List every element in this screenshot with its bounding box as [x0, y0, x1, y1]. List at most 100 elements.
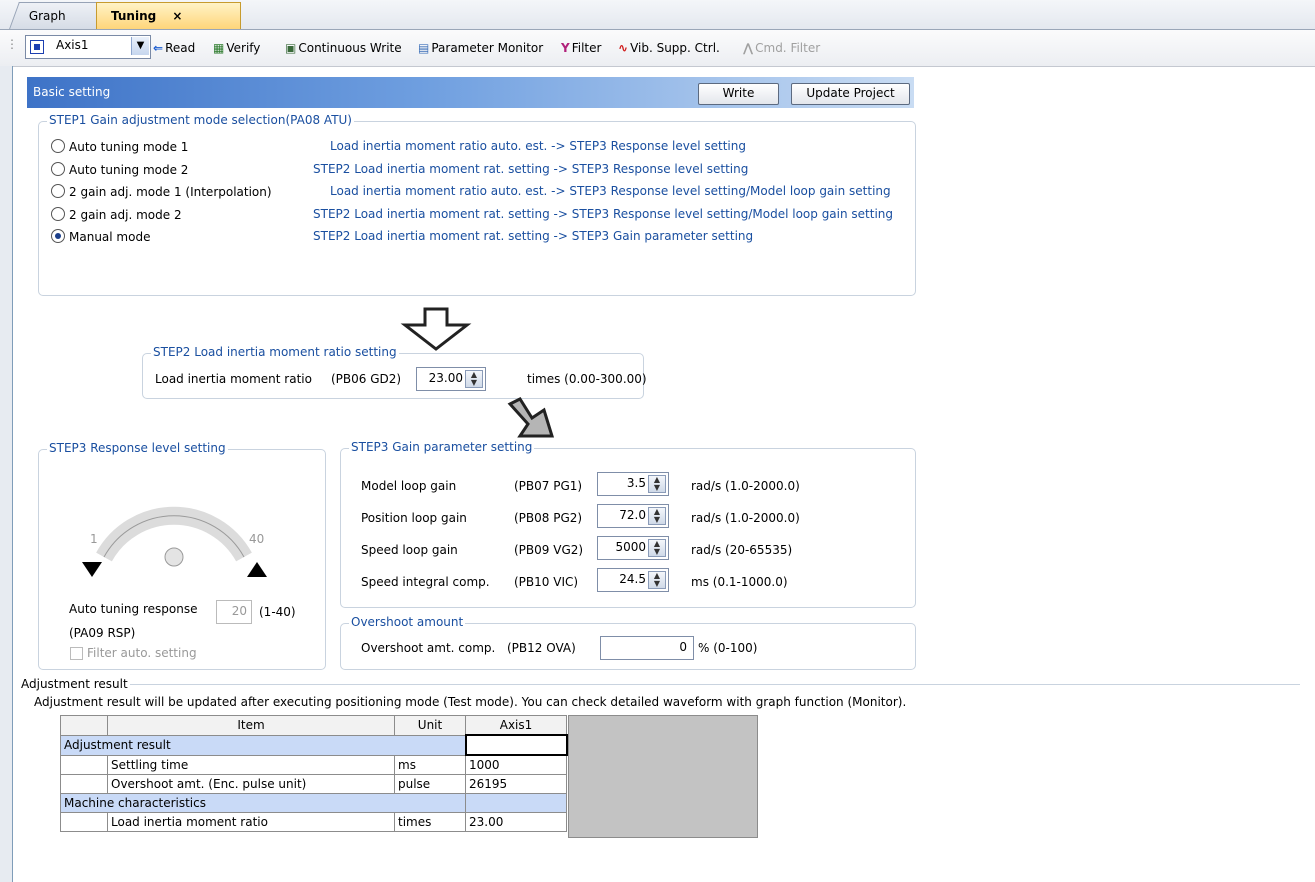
- adjustment-table: Item Unit Axis1 Adjustment result Settli…: [60, 715, 568, 832]
- basic-setting-title: Basic setting: [33, 85, 111, 99]
- continuous-write-button[interactable]: ▣ Continuous Write: [285, 38, 402, 58]
- update-project-button[interactable]: Update Project: [791, 83, 910, 105]
- radio-dot: [51, 139, 65, 153]
- overshoot-input[interactable]: 0: [600, 636, 694, 660]
- gain-row-label: Position loop gain: [361, 511, 467, 525]
- gain-row-param: (PB09 VG2): [514, 543, 584, 557]
- step2-label: Load inertia moment ratio: [155, 372, 312, 386]
- overshoot-title: Overshoot amount: [349, 615, 466, 629]
- read-label: Read: [165, 41, 196, 55]
- radio-label: Auto tuning mode 2: [69, 163, 189, 177]
- overshoot-group: Overshoot amount Overshoot amt. comp. (P…: [340, 615, 916, 670]
- gain-row-label: Model loop gain: [361, 479, 457, 493]
- model-loop-gain-input[interactable]: 3.5 ▲ ▼: [597, 472, 669, 496]
- gain-row-range: rad/s (1.0-2000.0): [691, 479, 800, 493]
- table-row-indent: [60, 812, 108, 832]
- radio-dot-selected: [51, 229, 65, 243]
- spin-arrows-icon[interactable]: ▲ ▼: [648, 475, 666, 493]
- table-row: Overshoot amt. (Enc. pulse unit) pulse 2…: [60, 774, 567, 794]
- radio-auto-tuning-1[interactable]: Auto tuning mode 1: [51, 139, 188, 154]
- response-dial[interactable]: [69, 462, 279, 572]
- radio-manual-mode[interactable]: Manual mode: [51, 229, 150, 244]
- tab-tuning[interactable]: Tuning ×: [96, 2, 241, 29]
- spin-arrows-icon[interactable]: ▲ ▼: [648, 539, 666, 557]
- parameter-monitor-icon: ▤: [418, 41, 430, 55]
- step3-response-group: STEP3 Response level setting 1 40 Auto t…: [38, 441, 326, 670]
- overshoot-param: (PB12 OVA): [507, 641, 576, 655]
- gain-value: 3.5: [626, 476, 646, 490]
- filter-auto-checkbox[interactable]: [70, 647, 83, 660]
- toolbar-grip-icon: ⋮: [6, 37, 18, 51]
- gain-row-range: rad/s (1.0-2000.0): [691, 511, 800, 525]
- down-arrow-icon: [400, 307, 472, 351]
- filter-auto-label: Filter auto. setting: [87, 646, 197, 660]
- mode-flow-text: STEP2 Load inertia moment rat. setting -…: [313, 229, 754, 243]
- overshoot-range: % (0-100): [698, 641, 758, 655]
- gain-value: 24.5: [619, 572, 646, 586]
- close-icon[interactable]: ×: [172, 9, 182, 23]
- write-button[interactable]: Write: [698, 83, 779, 105]
- step2-title: STEP2 Load inertia moment ratio setting: [151, 345, 399, 359]
- step2-param: (PB06 GD2): [331, 372, 402, 386]
- increase-response-icon[interactable]: [245, 557, 269, 581]
- position-loop-gain-input[interactable]: 72.0 ▲ ▼: [597, 504, 669, 528]
- adjustment-note: Adjustment result will be updated after …: [34, 695, 907, 709]
- load-inertia-value: 23.00: [428, 371, 463, 385]
- axis-select[interactable]: Axis1 ▼: [25, 35, 151, 59]
- auto-tuning-response-param: (PA09 RSP): [69, 626, 136, 640]
- table-header-axis: Axis1: [465, 715, 567, 736]
- cmd-filter-button[interactable]: ⋀ Cmd. Filter: [743, 38, 820, 58]
- tab-graph-label: Graph: [28, 9, 66, 23]
- table-cell-unit: pulse: [394, 774, 466, 794]
- gain-row-param: (PB08 PG2): [514, 511, 583, 525]
- spin-arrows-icon[interactable]: ▲ ▼: [465, 370, 483, 388]
- radio-auto-tuning-2[interactable]: Auto tuning mode 2: [51, 162, 188, 177]
- step3-response-title: STEP3 Response level setting: [47, 441, 228, 455]
- radio-label: 2 gain adj. mode 2: [69, 208, 182, 222]
- verify-icon: ▦: [213, 41, 225, 55]
- table-cell-value[interactable]: 26195: [465, 774, 567, 794]
- table-cell-item: Load inertia moment ratio: [107, 812, 395, 832]
- vibration-icon: ∿: [618, 41, 629, 55]
- chevron-down-icon[interactable]: ▼: [131, 37, 149, 55]
- verify-button[interactable]: ▦ Verify: [213, 38, 260, 58]
- response-input[interactable]: 20: [216, 600, 252, 624]
- response-range: (1-40): [259, 605, 296, 619]
- read-button[interactable]: ⇐ Read: [153, 38, 195, 58]
- radio-label: Manual mode: [69, 230, 151, 244]
- radio-2-gain-1[interactable]: 2 gain adj. mode 1 (Interpolation): [51, 184, 272, 199]
- vib-supp-button[interactable]: ∿ Vib. Supp. Ctrl.: [618, 38, 720, 58]
- table-cell-item: Settling time: [107, 754, 395, 775]
- gain-row-label: Speed loop gain: [361, 543, 458, 557]
- filter-button[interactable]: Y Filter: [561, 38, 601, 58]
- section-name: Adjustment result: [60, 734, 466, 756]
- step3-gain-group: STEP3 Gain parameter setting Model loop …: [340, 440, 916, 608]
- load-inertia-input[interactable]: 23.00 ▲ ▼: [416, 367, 486, 391]
- gain-row-param: (PB07 PG1): [514, 479, 583, 493]
- overshoot-label: Overshoot amt. comp.: [361, 641, 496, 655]
- speed-integral-input[interactable]: 24.5 ▲ ▼: [597, 568, 669, 592]
- table-header-blank: [60, 715, 108, 736]
- selected-cell[interactable]: [464, 734, 568, 756]
- table-cell-value[interactable]: 1000: [465, 754, 567, 775]
- filter-icon: Y: [561, 41, 570, 55]
- decrease-response-icon[interactable]: [80, 557, 104, 581]
- step2-group: STEP2 Load inertia moment ratio setting …: [142, 345, 647, 399]
- table-row: Settling time ms 1000: [60, 754, 567, 775]
- speed-loop-gain-input[interactable]: 5000 ▲ ▼: [597, 536, 669, 560]
- continuous-write-icon: ▣: [285, 41, 297, 55]
- spin-arrows-icon[interactable]: ▲ ▼: [648, 507, 666, 525]
- table-row: Load inertia moment ratio times 23.00: [60, 812, 567, 832]
- radio-2-gain-2[interactable]: 2 gain adj. mode 2: [51, 207, 182, 222]
- table-section-row: Adjustment result: [60, 734, 568, 756]
- section-name: Machine characteristics: [60, 793, 466, 813]
- parameter-monitor-button[interactable]: ▤ Parameter Monitor: [418, 38, 543, 58]
- table-row-indent: [60, 754, 108, 775]
- step2-range: times (0.00-300.00): [527, 372, 647, 386]
- gain-row-label: Speed integral comp.: [361, 575, 490, 589]
- gain-value: 72.0: [619, 508, 646, 522]
- basic-setting-header: Basic setting Write Update Project: [27, 77, 914, 108]
- spin-arrows-icon[interactable]: ▲ ▼: [648, 571, 666, 589]
- step3-gain-title: STEP3 Gain parameter setting: [349, 440, 535, 454]
- table-cell-value[interactable]: 23.00: [465, 812, 567, 832]
